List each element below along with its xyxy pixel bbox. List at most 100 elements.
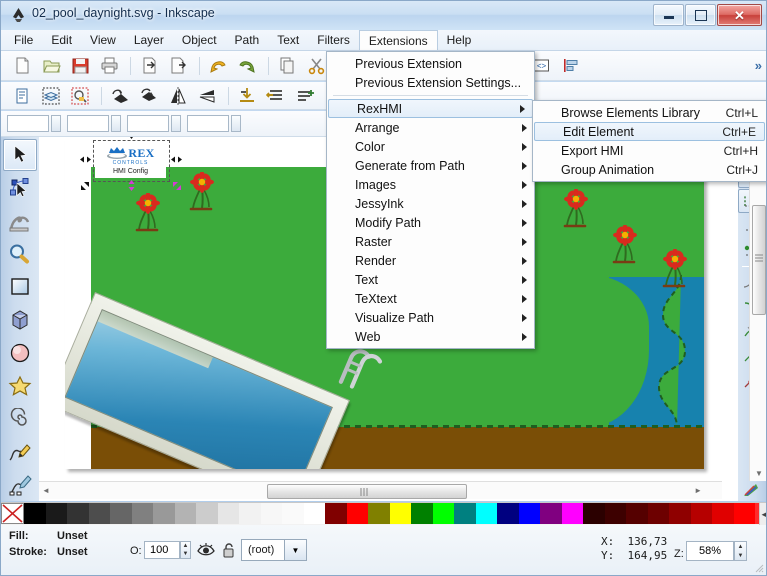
palette-swatch[interactable] <box>174 503 196 524</box>
menu-previous-extension-settings[interactable]: Previous Extension Settings... <box>327 73 534 92</box>
color-palette-switcher-icon[interactable] <box>743 483 759 497</box>
unlock-icon[interactable] <box>221 542 237 558</box>
palette-swatch[interactable] <box>88 503 110 524</box>
width-field[interactable] <box>127 115 169 132</box>
menu-render[interactable]: Render <box>327 251 534 270</box>
palette-swatch[interactable] <box>131 503 153 524</box>
height-spinner[interactable] <box>231 115 241 132</box>
pool-water[interactable] <box>65 309 333 469</box>
scale-handle-se[interactable] <box>171 180 182 191</box>
import-icon[interactable] <box>136 53 162 79</box>
palette-swatch[interactable] <box>561 503 583 524</box>
scale-handle-n[interactable] <box>126 137 137 139</box>
menu-modify-path[interactable]: Modify Path <box>327 213 534 232</box>
opacity-spinner[interactable]: ▲ ▼ <box>180 541 191 559</box>
node-tool[interactable] <box>3 172 37 204</box>
pencil-tool[interactable] <box>3 436 37 468</box>
palette-swatch[interactable] <box>669 503 691 524</box>
pool-rim[interactable] <box>65 292 350 469</box>
ellipse-tool[interactable] <box>3 337 37 369</box>
submenu-browse-elements-library[interactable]: Browse Elements Library Ctrl+L <box>533 103 766 122</box>
vertical-scrollbar[interactable]: ▼ <box>749 137 766 481</box>
menu-images[interactable]: Images <box>327 175 534 194</box>
palette-swatch[interactable] <box>45 503 67 524</box>
scale-handle-nw[interactable] <box>80 137 91 139</box>
palette-swatches[interactable] <box>24 503 759 526</box>
raise-icon[interactable] <box>292 83 318 109</box>
open-document-icon[interactable] <box>38 53 64 79</box>
new-document-icon[interactable] <box>9 53 35 79</box>
scale-handle-e[interactable] <box>171 154 182 165</box>
x-position-field[interactable] <box>7 115 49 132</box>
flower-icon[interactable] <box>610 225 640 267</box>
select-all-icon[interactable] <box>9 83 35 109</box>
palette-swatch[interactable] <box>325 503 347 524</box>
close-button[interactable]: ✕ <box>717 4 762 26</box>
palette-swatch[interactable] <box>67 503 89 524</box>
flower-icon[interactable] <box>561 189 591 231</box>
palette-swatch[interactable] <box>690 503 712 524</box>
y-position-field[interactable] <box>67 115 109 132</box>
palette-swatch[interactable] <box>454 503 476 524</box>
menu-web[interactable]: Web <box>327 327 534 346</box>
rotate-cw-icon[interactable] <box>136 83 162 109</box>
menu-help[interactable]: Help <box>438 30 481 50</box>
chevron-down-icon[interactable]: ▼ <box>284 540 306 560</box>
palette-swatch[interactable] <box>733 503 755 524</box>
print-document-icon[interactable] <box>96 53 122 79</box>
scroll-right-arrow-icon[interactable]: ► <box>694 486 702 495</box>
lower-to-bottom-icon[interactable] <box>234 83 260 109</box>
export-icon[interactable] <box>165 53 191 79</box>
eye-icon[interactable] <box>197 542 215 558</box>
rectangle-tool[interactable] <box>3 271 37 303</box>
menu-previous-extension[interactable]: Previous Extension <box>327 54 534 73</box>
zoom-input[interactable]: 58% <box>686 541 734 561</box>
y-position-spinner[interactable] <box>111 115 121 132</box>
spiral-tool[interactable] <box>3 403 37 435</box>
palette-scroll-left-icon[interactable]: ◄ <box>758 503 766 526</box>
rotate-ccw-icon[interactable] <box>107 83 133 109</box>
menu-arrange[interactable]: Arrange <box>327 118 534 137</box>
flip-vertical-icon[interactable] <box>194 83 220 109</box>
menu-visualize-path[interactable]: Visualize Path <box>327 308 534 327</box>
palette-swatch[interactable] <box>583 503 605 524</box>
x-position-spinner[interactable] <box>51 115 61 132</box>
color-palette[interactable]: ◄ <box>1 502 766 527</box>
horizontal-scrollbar[interactable]: ◄ ► <box>39 481 722 499</box>
palette-swatch[interactable] <box>153 503 175 524</box>
toolbar-overflow-button[interactable]: » <box>755 58 762 73</box>
tweak-tool[interactable] <box>3 205 37 237</box>
menu-layer[interactable]: Layer <box>125 30 173 50</box>
vertical-scrollbar-thumb[interactable] <box>752 205 766 315</box>
menu-textext[interactable]: TeXtext <box>327 289 534 308</box>
undo-icon[interactable] <box>205 53 231 79</box>
palette-swatch[interactable] <box>239 503 261 524</box>
palette-swatch[interactable] <box>497 503 519 524</box>
copy-icon[interactable] <box>274 53 300 79</box>
palette-swatch[interactable] <box>647 503 669 524</box>
selector-tool[interactable] <box>3 139 37 171</box>
menu-text[interactable]: Text <box>268 30 308 50</box>
palette-swatch[interactable] <box>24 503 46 524</box>
menu-path[interactable]: Path <box>226 30 269 50</box>
save-document-icon[interactable] <box>67 53 93 79</box>
palette-swatch[interactable] <box>368 503 390 524</box>
menu-raster[interactable]: Raster <box>327 232 534 251</box>
extensions-dropdown-menu[interactable]: Previous Extension Previous Extension Se… <box>326 51 535 349</box>
redo-icon[interactable] <box>234 53 260 79</box>
palette-swatch[interactable] <box>475 503 497 524</box>
palette-swatch[interactable] <box>389 503 411 524</box>
flower-icon[interactable] <box>187 172 217 214</box>
palette-swatch[interactable] <box>303 503 325 524</box>
layer-selector[interactable]: (root) ▼ <box>241 539 307 561</box>
star-tool[interactable] <box>3 370 37 402</box>
palette-swatch[interactable] <box>217 503 239 524</box>
resize-grip-icon[interactable] <box>754 563 764 573</box>
palette-swatch[interactable] <box>518 503 540 524</box>
palette-swatch[interactable] <box>346 503 368 524</box>
palette-swatch[interactable] <box>604 503 626 524</box>
align-dialog-icon[interactable] <box>557 53 583 79</box>
submenu-export-hmi[interactable]: Export HMI Ctrl+H <box>533 141 766 160</box>
maximize-button[interactable] <box>685 4 716 26</box>
menu-edit[interactable]: Edit <box>42 30 81 50</box>
